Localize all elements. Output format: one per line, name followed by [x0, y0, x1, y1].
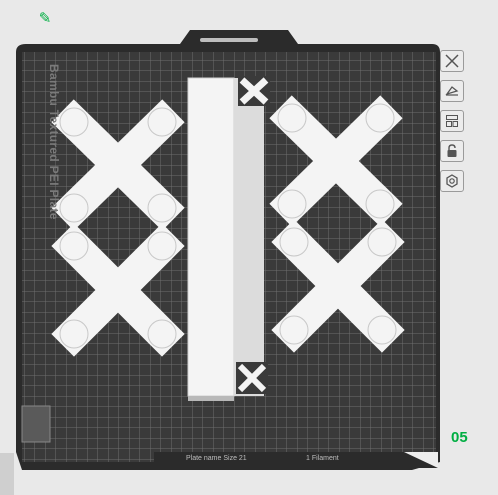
build-plate-view[interactable] — [0, 0, 498, 495]
center-bar-part[interactable] — [187, 77, 264, 401]
status-bar: Plate name Size 21 1 Filament — [156, 453, 436, 467]
arrange-icon[interactable] — [440, 110, 464, 132]
plate-corner-marker — [21, 405, 51, 443]
plate-name-text: Bambu Textured PEI Plate — [47, 64, 61, 220]
lock-icon[interactable] — [440, 140, 464, 162]
edit-plate-icon[interactable]: ✎ — [36, 10, 54, 28]
plate-top-handle — [200, 38, 258, 42]
small-cross-top[interactable] — [238, 76, 270, 106]
small-cross-bottom[interactable] — [236, 362, 268, 394]
status-right-text: 1 Filament — [306, 455, 339, 462]
plate-number: 05 — [451, 429, 468, 446]
close-icon[interactable] — [440, 50, 464, 72]
status-left-text: Plate name Size 21 — [186, 455, 247, 462]
plate-toolbar — [440, 50, 470, 192]
auto-orient-icon[interactable] — [440, 80, 464, 102]
panel-edge — [0, 453, 14, 495]
settings-icon[interactable] — [440, 170, 464, 192]
plate-name-label: Bambu Textured PEI Plate — [47, 64, 61, 254]
